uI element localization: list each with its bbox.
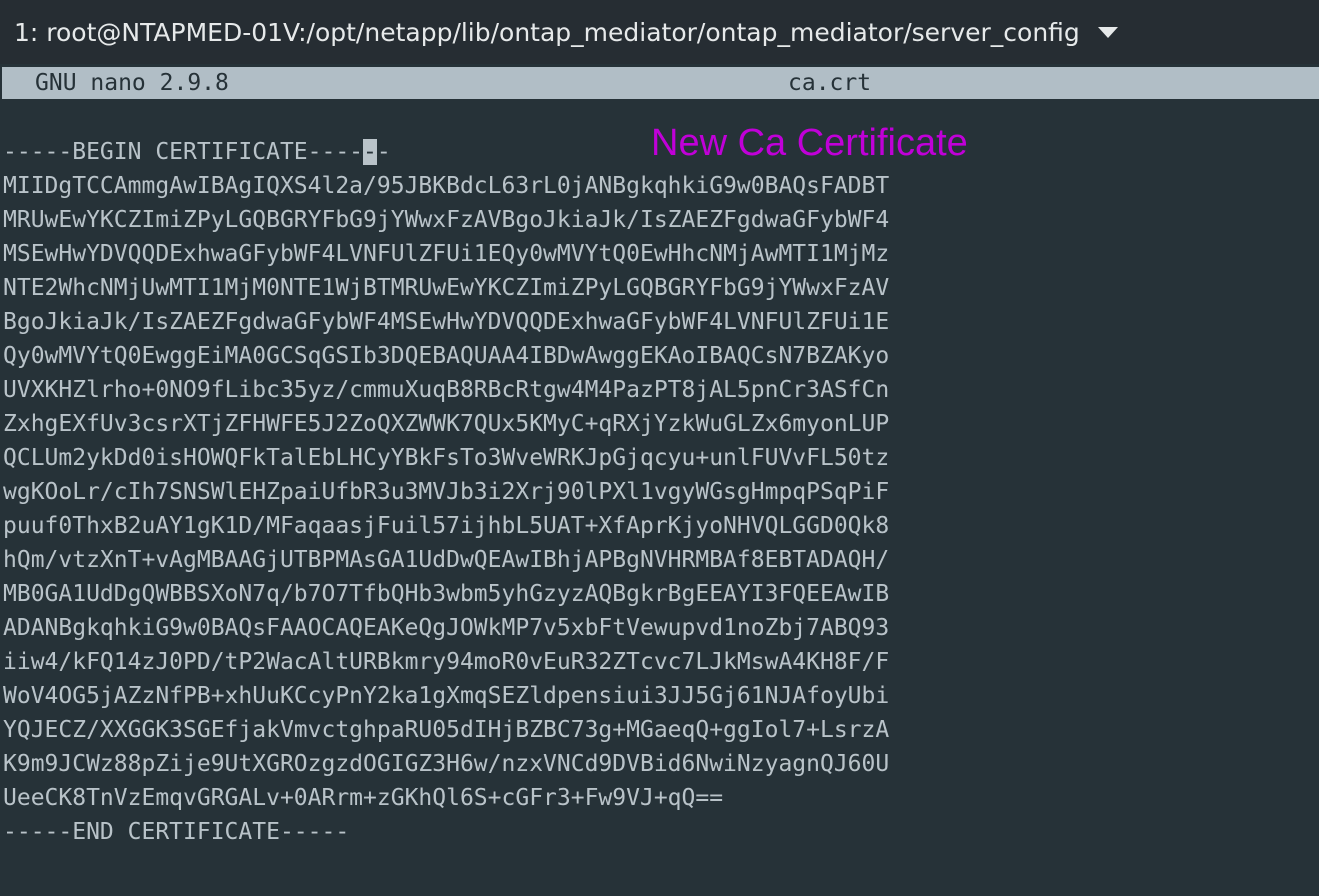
editor-line[interactable]: YQJECZ/XXGGK3SGEfjakVmvctghpaRU05dIHjBZB… [3, 713, 1313, 747]
editor-line[interactable]: hQm/vtzXnT+vAgMBAAGjUTBPMAsGA1UdDwQEAwIB… [3, 543, 1313, 577]
editor-line[interactable]: MIIDgTCCAmmgAwIBAgIQXS4l2a/95JBKBdcL63rL… [3, 169, 1313, 203]
editor-line-end[interactable]: -----END CERTIFICATE----- [3, 815, 1313, 849]
editor-line[interactable]: UeeCK8TnVzEmqvGRGALv+0ARrm+zGKhQl6S+cGFr… [3, 781, 1313, 815]
text-cursor: - [363, 139, 377, 165]
editor-line[interactable]: WoV4OG5jAZzNfPB+xhUuKCcyPnY2ka1gXmqSEZld… [3, 679, 1313, 713]
triangle-down-icon[interactable] [1097, 26, 1118, 38]
editor-line[interactable]: wgKOoLr/cIh7SNSWlEHZpaiUfbR3u3MVJb3i2Xrj… [3, 475, 1313, 509]
editor-line[interactable]: Qy0wMVYtQ0EwggEiMA0GCSqGSIb3DQEBAQUAA4IB… [3, 339, 1313, 373]
begin-certificate-text: -----BEGIN CERTIFICATE---- [3, 139, 364, 165]
nano-filename: ca.crt [788, 70, 872, 96]
terminal-tab-title[interactable]: 1: root@NTAPMED-01V:/opt/netapp/lib/onta… [14, 18, 1080, 47]
editor-line[interactable]: iiw4/kFQ14zJ0PD/tP2WacAltURBkmry94moR0vE… [3, 645, 1313, 679]
begin-certificate-tail: - [376, 139, 391, 165]
editor-line[interactable]: ZxhgEXfUv3csrXTjZFHWFE5J2ZoQXZWWK7QUx5KM… [3, 407, 1313, 441]
nano-title-bar: GNU nano 2.9.8 ca.crt [2, 67, 1319, 99]
editor-line[interactable]: NTE2WhcNMjUwMTI1MjM0NTE1WjBTMRUwEwYKCZIm… [3, 271, 1313, 305]
terminal-window: 1: root@NTAPMED-01V:/opt/netapp/lib/onta… [0, 0, 1319, 896]
editor-line[interactable]: UVXKHZlrho+0NO9fLibc35yz/cmmuXuqB8RBcRtg… [3, 373, 1313, 407]
nano-version: GNU nano 2.9.8 [35, 70, 229, 96]
editor-line[interactable]: K9m9JCWz88pZije9UtXGROzgzdOGIGZ3H6w/nzxV… [3, 747, 1313, 781]
annotation-label: New Ca Certificate [651, 122, 968, 164]
editor-line[interactable]: MRUwEwYKCZImiZPyLGQBGRYFbG9jYWwxFzAVBgoJ… [3, 203, 1313, 237]
editor-line[interactable]: BgoJkiaJk/IsZAEZFgdwaGFybWF4MSEwHwYDVQQD… [3, 305, 1313, 339]
editor-line[interactable]: ADANBgkqhkiG9w0BAQsFAAOCAQEAKeQgJOWkMP7v… [3, 611, 1313, 645]
editor-line[interactable]: QCLUm2ykDd0isHOWQFkTalEbLHCyYBkFsTo3WveW… [3, 441, 1313, 475]
editor-line[interactable]: MB0GA1UdDgQWBBSXoN7q/b7O7TfbQHb3wbm5yhGz… [3, 577, 1313, 611]
terminal-tab-bar: 1: root@NTAPMED-01V:/opt/netapp/lib/onta… [0, 0, 1319, 64]
editor-buffer[interactable]: -----BEGIN CERTIFICATE------ MIIDgTCCAmm… [3, 135, 1313, 849]
editor-line[interactable]: MSEwHwYDVQQDExhwaGFybWF4LVNFUlZFUi1EQy0w… [3, 237, 1313, 271]
editor-line[interactable]: puuf0ThxB2uAY1gK1D/MFaqaasjFuil57ijhbL5U… [3, 509, 1313, 543]
